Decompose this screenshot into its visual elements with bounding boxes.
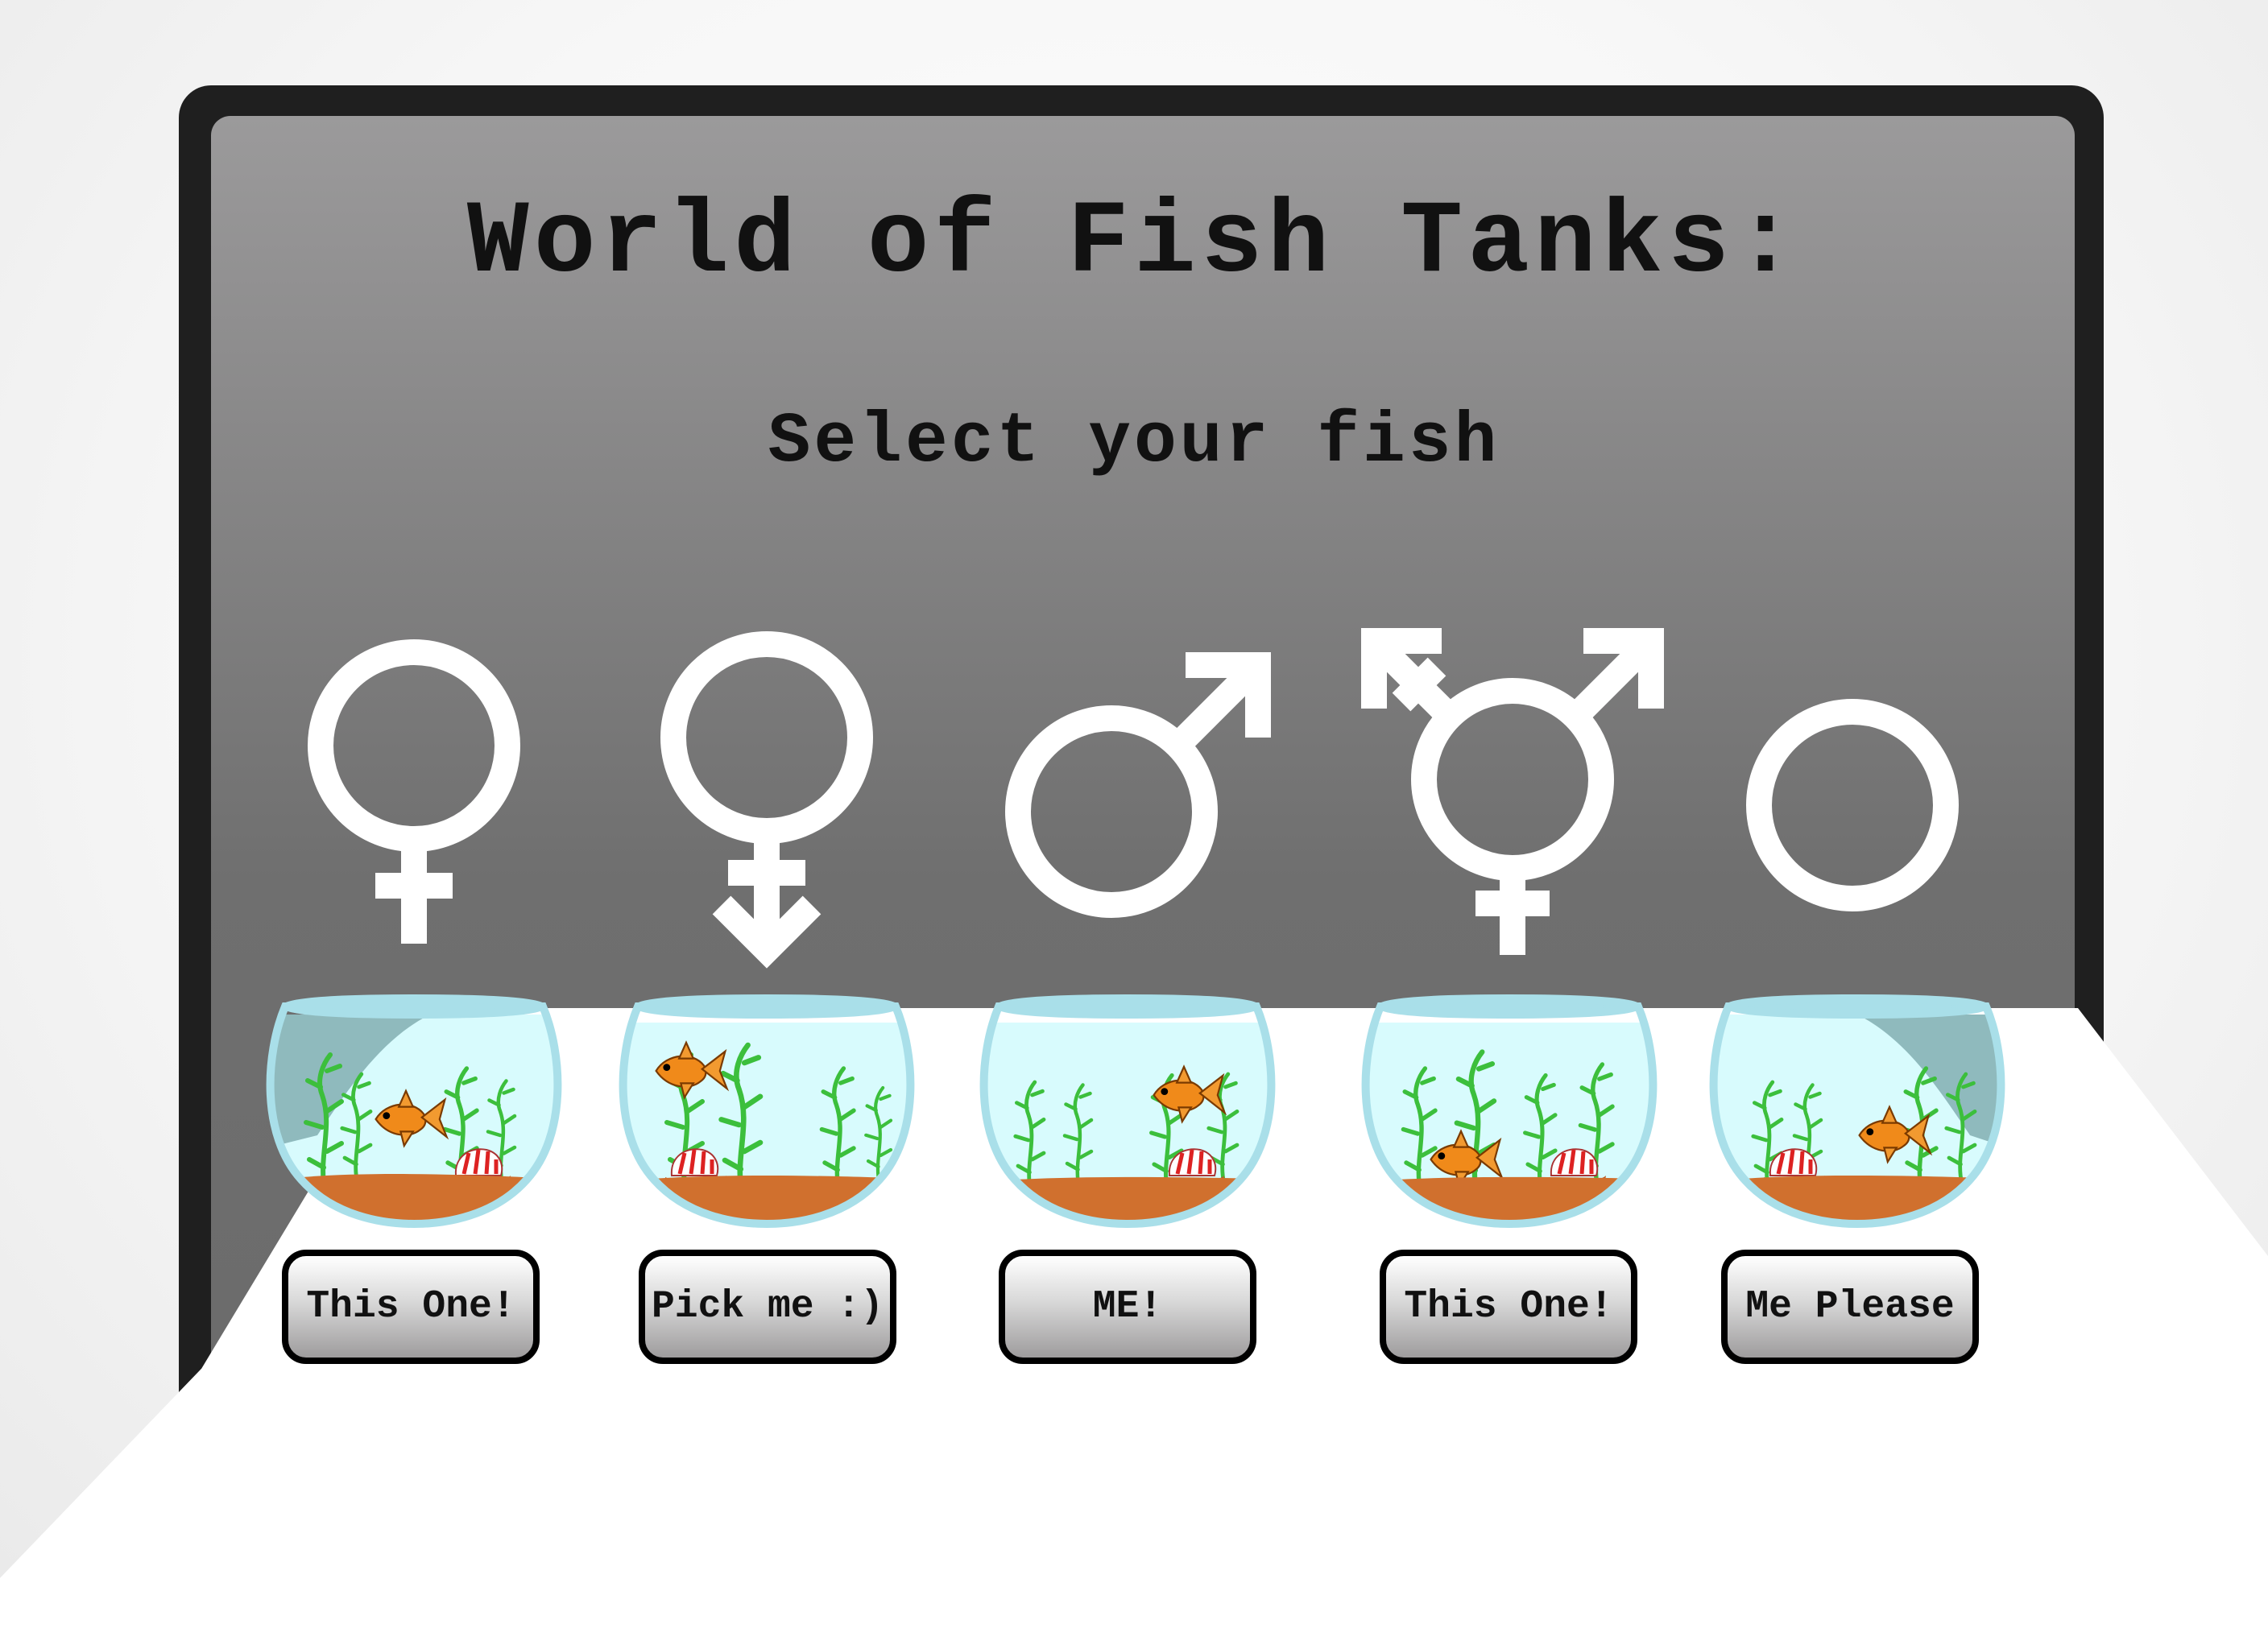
- select-fish-button-3[interactable]: ME!: [999, 1250, 1256, 1364]
- select-fish-button-1[interactable]: This One!: [282, 1250, 540, 1364]
- floor-left: [0, 1369, 201, 1649]
- select-fish-button-2[interactable]: Pick me :): [639, 1250, 896, 1364]
- page-title: World of Fish Tanks:: [466, 185, 1802, 302]
- select-fish-button-5[interactable]: Me Please: [1721, 1250, 1979, 1364]
- page-subtitle: Select your fish: [768, 403, 1500, 482]
- select-fish-button-4[interactable]: This One!: [1380, 1250, 1637, 1364]
